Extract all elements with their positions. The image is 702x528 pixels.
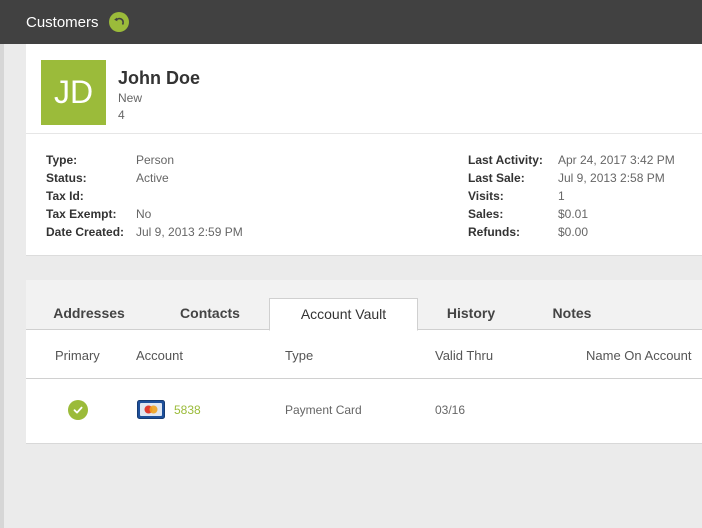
detail-row: Type: Person: [46, 151, 243, 169]
detail-row: Status: Active: [46, 169, 243, 187]
account-type-cell: Payment Card: [285, 403, 362, 417]
column-header-name-on-account[interactable]: Name On Account: [586, 348, 692, 363]
customer-name: John Doe: [118, 68, 201, 88]
check-circle-icon: [68, 400, 88, 420]
column-header-primary[interactable]: Primary: [55, 348, 100, 363]
detail-value: No: [136, 207, 152, 221]
detail-label: Visits:: [468, 189, 504, 203]
detail-label: Status:: [46, 171, 87, 185]
top-bar: Customers: [0, 0, 702, 44]
tab-addresses[interactable]: Addresses: [26, 298, 152, 330]
detail-label: Date Created:: [46, 225, 125, 239]
tab-account-vault[interactable]: Account Vault: [269, 298, 418, 331]
detail-value: $0.01: [558, 207, 589, 221]
customer-number-line: 4: [118, 108, 125, 122]
tabs-panel: Addresses Contacts Account Vault History…: [26, 280, 702, 444]
detail-label: Last Activity:: [468, 153, 543, 167]
detail-row: Visits: 1: [468, 187, 675, 205]
detail-value: $0.00: [558, 225, 589, 239]
detail-row: Last Sale: Jul 9, 2013 2:58 PM: [468, 169, 675, 187]
detail-label: Refunds:: [468, 225, 520, 239]
detail-label: Sales:: [468, 207, 504, 221]
valid-thru-cell: 03/16: [435, 403, 466, 417]
customer-card: JD John Doe New 4 Type: Person Status: A…: [26, 44, 702, 256]
detail-row: Date Created: Jul 9, 2013 2:59 PM: [46, 223, 243, 241]
avatar: JD: [41, 60, 106, 125]
column-header-type[interactable]: Type: [285, 348, 313, 363]
page-title: Customers: [26, 13, 99, 31]
detail-label: Last Sale:: [468, 171, 525, 185]
detail-value: Jul 9, 2013 2:58 PM: [558, 171, 665, 185]
customer-status-line: New: [118, 91, 143, 105]
detail-label: Type:: [46, 153, 78, 167]
customer-details-left: Type: Person Status: Active Tax Id: Tax …: [46, 151, 243, 241]
column-header-account[interactable]: Account: [136, 348, 183, 363]
account-number-link[interactable]: 5838: [174, 403, 201, 417]
left-edge-divider: [0, 44, 4, 528]
tab-contacts[interactable]: Contacts: [152, 298, 268, 330]
table-header-divider: [26, 378, 702, 379]
detail-row: Tax Id:: [46, 187, 243, 205]
customer-details-right: Last Activity: Apr 24, 2017 3:42 PM Last…: [468, 151, 675, 241]
customer-header: JD John Doe New 4: [26, 44, 702, 134]
credit-card-icon: [137, 400, 165, 419]
detail-row: Refunds: $0.00: [468, 223, 675, 241]
detail-value: Person: [136, 153, 175, 167]
detail-value: Active: [136, 171, 169, 185]
detail-value: Jul 9, 2013 2:59 PM: [136, 225, 243, 239]
column-header-valid-thru[interactable]: Valid Thru: [435, 348, 493, 363]
detail-label: Tax Id:: [46, 189, 84, 203]
tab-bar: Addresses Contacts Account Vault History…: [26, 280, 702, 331]
tab-notes[interactable]: Notes: [524, 298, 620, 330]
detail-row: Sales: $0.01: [468, 205, 675, 223]
detail-value: Apr 24, 2017 3:42 PM: [558, 153, 675, 167]
tab-history[interactable]: History: [418, 298, 524, 330]
detail-row: Last Activity: Apr 24, 2017 3:42 PM: [468, 151, 675, 169]
detail-row: Tax Exempt: No: [46, 205, 243, 223]
detail-label: Tax Exempt:: [46, 207, 117, 221]
back-arrow-icon[interactable]: [108, 12, 129, 32]
detail-value: 1: [558, 189, 565, 203]
